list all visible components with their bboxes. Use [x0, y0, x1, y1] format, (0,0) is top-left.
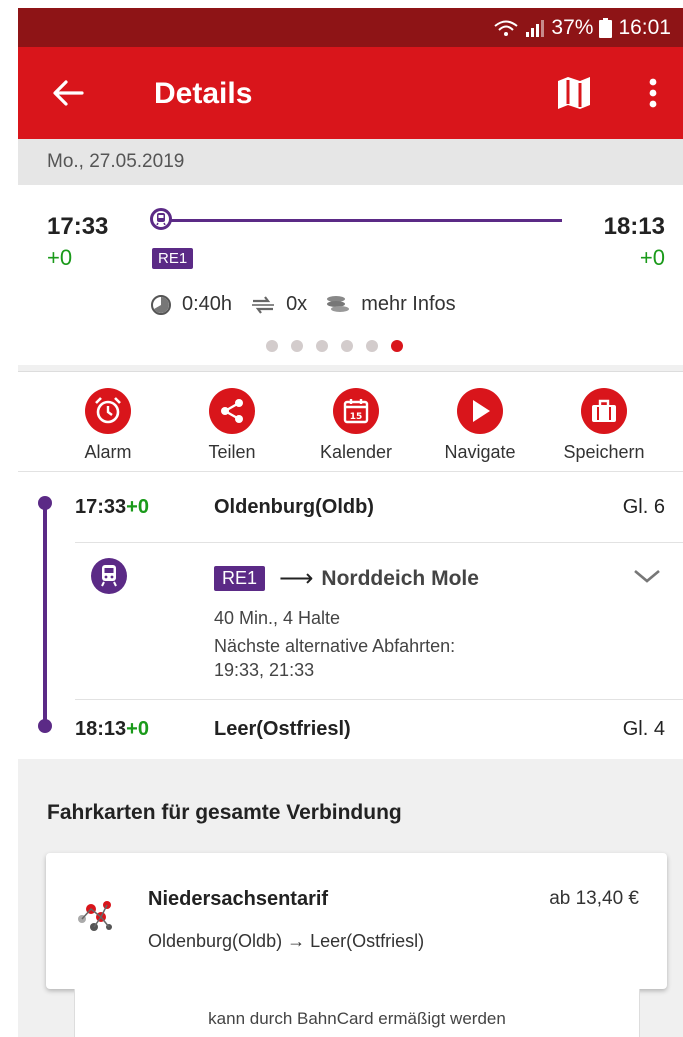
- tariff-price: ab 13,40 €: [549, 888, 639, 909]
- arrival-station[interactable]: Leer(Ostfriesl): [214, 718, 351, 741]
- departure-stop-delay: +0: [126, 496, 149, 518]
- navigate-button[interactable]: Navigate: [430, 388, 530, 463]
- coins-icon: [327, 295, 350, 312]
- page-dot-active[interactable]: [391, 340, 403, 352]
- svg-text:15: 15: [350, 412, 363, 422]
- back-button[interactable]: [48, 73, 88, 113]
- wifi-icon: [493, 18, 519, 38]
- end-stop-dot: [38, 719, 52, 733]
- departure-delay: +0: [47, 245, 73, 270]
- more-info-link[interactable]: mehr Infos: [325, 293, 456, 316]
- departure-stop-time: 17:33+0: [75, 496, 149, 519]
- divider: [75, 542, 683, 543]
- tariff-logo-icon: [74, 897, 120, 942]
- departure-time: 17:33: [47, 213, 109, 240]
- line-badge: RE1: [152, 248, 194, 269]
- tickets-section-title: Fahrkarten für gesamte Verbindung: [47, 801, 402, 824]
- share-label: Teilen: [208, 442, 256, 462]
- clock-icon: [151, 294, 171, 315]
- alternative-departures-times[interactable]: 19:33, 21:33: [214, 660, 314, 681]
- page-dot[interactable]: [266, 340, 278, 352]
- train-marker-icon: [150, 208, 172, 230]
- bahncard-note-text: kann durch BahnCard ermäßigt werden: [208, 1009, 506, 1028]
- route-line: [158, 219, 562, 222]
- leg-line-badge: RE1: [214, 566, 266, 591]
- arrow-left-icon: [53, 80, 84, 106]
- action-row: Alarm Teilen 15 Kalender Navigate Speich…: [18, 371, 683, 471]
- signal-icon: [525, 18, 545, 38]
- duration-value: 0:40h: [182, 293, 233, 315]
- arrival-platform: Gl. 4: [622, 718, 665, 740]
- save-button[interactable]: Speichern: [554, 388, 654, 463]
- app-bar: Details: [18, 47, 683, 139]
- share-button[interactable]: Teilen: [182, 388, 282, 463]
- date-label: Mo., 27.05.2019: [47, 151, 185, 172]
- alarm-clock-icon: [95, 397, 121, 424]
- battery-percent: 37%: [551, 16, 594, 39]
- tariff-route: Oldenburg(Oldb) → Leer(Ostfriesl): [148, 931, 425, 951]
- page-dot[interactable]: [291, 340, 303, 352]
- more-info-label: mehr Infos: [361, 293, 456, 315]
- start-stop-dot: [38, 496, 52, 510]
- battery-icon: [599, 18, 613, 38]
- navigate-label: Navigate: [444, 442, 516, 462]
- phone-screen: 37% 16:01 Details Mo., 27.05.2019 17:33 …: [18, 8, 683, 1037]
- journey-line: [43, 502, 47, 727]
- page-title: Details: [154, 77, 253, 110]
- changes-value: 0x: [286, 293, 308, 315]
- alternative-departures-label: Nächste alternative Abfahrten:: [214, 636, 456, 656]
- calendar-button[interactable]: 15 Kalender: [306, 388, 406, 463]
- divider: [75, 699, 683, 700]
- leg-header[interactable]: RE1 ⟶ Norddeich Mole: [214, 564, 479, 593]
- arrival-stop-time-value: 18:13: [75, 718, 127, 740]
- arrival-stop-time: 18:13+0: [75, 718, 149, 741]
- page-dot[interactable]: [316, 340, 328, 352]
- leg-duration-stops: 40 Min., 4 Halte: [214, 608, 341, 628]
- map-button[interactable]: [554, 75, 594, 111]
- bahncard-note: kann durch BahnCard ermäßigt werden: [74, 989, 640, 1037]
- connection-summary[interactable]: 17:33 +0 RE1 18:13 +0 0:40h 0x mehr Info…: [18, 185, 683, 365]
- alarm-label: Alarm: [84, 442, 132, 462]
- map-icon: [558, 77, 590, 109]
- changes: 0x: [250, 293, 307, 316]
- direction-arrow: ⟶: [279, 565, 314, 592]
- calendar-icon: 15: [343, 399, 369, 424]
- overflow-menu-button[interactable]: [638, 75, 668, 111]
- trip-info-row: 0:40h 0x mehr Infos: [150, 293, 474, 316]
- calendar-label: Kalender: [319, 442, 393, 462]
- arrival-stop-delay: +0: [126, 718, 149, 740]
- tariff-name: Niedersachsentarif: [148, 888, 329, 910]
- expand-button[interactable]: [633, 568, 661, 589]
- duration: 0:40h: [150, 293, 232, 316]
- ticket-card[interactable]: Niedersachsentarif ab 13,40 € Oldenburg(…: [46, 853, 667, 989]
- leg-destination: Norddeich Mole: [321, 566, 479, 590]
- play-icon: [473, 400, 490, 422]
- arrival-delay: +0: [639, 245, 665, 270]
- train-icon: [91, 558, 127, 594]
- more-vertical-icon: [649, 78, 657, 108]
- page-dot[interactable]: [341, 340, 353, 352]
- departure-stop-time-value: 17:33: [75, 496, 127, 518]
- briefcase-icon: [592, 399, 616, 422]
- chevron-down-icon: [634, 570, 660, 583]
- save-label: Speichern: [563, 442, 645, 462]
- transfer-icon: [252, 295, 275, 314]
- departure-station[interactable]: Oldenburg(Oldb): [214, 496, 374, 519]
- clock: 16:01: [618, 16, 671, 39]
- departure-platform: Gl. 6: [622, 496, 665, 518]
- date-bar: Mo., 27.05.2019: [18, 139, 683, 185]
- share-icon: [221, 399, 243, 423]
- arrival-time: 18:13: [603, 213, 665, 240]
- status-bar: 37% 16:01: [18, 8, 683, 47]
- page-dot[interactable]: [366, 340, 378, 352]
- journey-details: 17:33+0 Oldenburg(Oldb) Gl. 6 RE1 ⟶ Nord…: [18, 471, 683, 759]
- page-indicator: [266, 340, 403, 352]
- alarm-button[interactable]: Alarm: [58, 388, 158, 463]
